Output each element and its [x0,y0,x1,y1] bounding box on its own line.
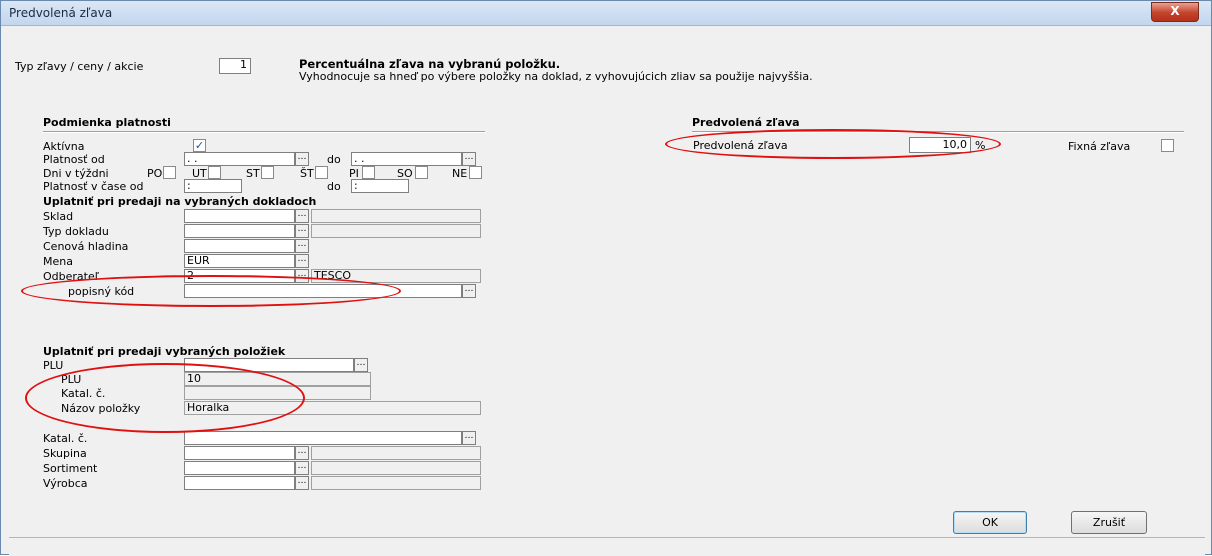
catalog-picker-button[interactable]: … [462,431,476,445]
discount-type-label: Typ zľavy / ceny / akcie [15,60,144,73]
doc-row-picker-button[interactable]: … [295,254,309,268]
group-description [311,446,481,460]
doc-row-picker-button[interactable]: … [295,239,309,253]
day-checkbox-st[interactable] [261,166,274,179]
day-checkbox-pi[interactable] [362,166,375,179]
doc-row-label: Cenová hladina [43,240,129,253]
doc-row-label: Mena [43,255,73,268]
close-button[interactable]: X [1151,2,1199,22]
group-label: Skupina [43,447,87,460]
doc-row-label: Sklad [43,210,74,223]
dialog-window: Predvolená zľava X Typ zľavy / ceny / ak… [0,0,1212,556]
highlight-ellipse-customer [21,275,401,307]
catalog-label: Katal. č. [43,432,88,445]
window-title: Predvolená zľava [9,6,113,20]
assortment-description [311,461,481,475]
valid-from-input[interactable]: . . [184,152,295,166]
valid-from-picker-button[interactable]: … [295,152,309,166]
maker-description [311,476,481,490]
time-to-input[interactable]: : [351,179,409,193]
title-bar: Predvolená zľava X [1,1,1211,26]
active-label: Aktívna [43,140,85,153]
valid-to-label: do [327,153,341,166]
maker-input[interactable] [184,476,295,490]
description-code-picker-button[interactable]: … [462,284,476,298]
day-label-po: PO [147,167,163,180]
valid-from-label: Platnosť od [43,153,105,166]
days-label: Dni v týždni [43,167,109,180]
doc-row-description [311,224,481,238]
doc-row-label: Typ dokladu [43,225,109,238]
validity-divider [43,131,485,133]
doc-row-input[interactable] [184,224,295,238]
group-input[interactable] [184,446,295,460]
catalog-input[interactable] [184,431,462,445]
highlight-ellipse-item [25,363,305,433]
time-from-label: Platnosť v čase od [43,180,144,193]
day-checkbox-st2[interactable] [315,166,328,179]
group-picker-button[interactable]: … [295,446,309,460]
day-label-ne: NE [452,167,468,180]
dialog-body: Typ zľavy / ceny / akcie 1 Percentuálna … [9,27,1205,535]
doc-row-input[interactable] [184,209,295,223]
time-from-input[interactable]: : [184,179,242,193]
ok-button[interactable]: OK [953,511,1027,534]
valid-to-input[interactable]: . . [351,152,462,166]
doc-row-input[interactable]: EUR [184,254,295,268]
discount-description-text: Vyhodnocuje sa hneď po výbere položky na… [299,70,813,83]
validity-header: Podmienka platnosti [43,116,171,129]
status-bar [9,537,1205,556]
plu-picker-button[interactable]: … [354,358,368,372]
doc-row-description [311,209,481,223]
active-checkbox[interactable]: ✓ [193,139,206,152]
day-checkbox-so[interactable] [415,166,428,179]
discount-type-input[interactable]: 1 [219,58,251,74]
day-label-st2: ŠT [300,167,314,180]
maker-picker-button[interactable]: … [295,476,309,490]
time-to-label: do [327,180,341,193]
day-checkbox-ne[interactable] [469,166,482,179]
assortment-label: Sortiment [43,462,98,475]
documents-header: Uplatniť pri predaji na vybraných doklad… [43,195,317,208]
discount-header: Predvolená zľava [692,116,800,129]
highlight-ellipse-discount [665,129,1001,159]
day-checkbox-po[interactable] [163,166,176,179]
assortment-input[interactable] [184,461,295,475]
doc-row-input[interactable] [184,239,295,253]
assortment-picker-button[interactable]: … [295,461,309,475]
day-label-st: ST [246,167,260,180]
items-header: Uplatniť pri predaji vybraných položiek [43,345,286,358]
fixed-discount-checkbox[interactable] [1161,139,1174,152]
day-checkbox-ut[interactable] [208,166,221,179]
fixed-discount-label: Fixná zľava [1068,140,1131,153]
valid-to-picker-button[interactable]: … [462,152,476,166]
doc-row-picker-button[interactable]: … [295,224,309,238]
doc-row-picker-button[interactable]: … [295,209,309,223]
plu-label: PLU [43,359,64,372]
maker-label: Výrobca [43,477,88,490]
cancel-button[interactable]: Zrušiť [1071,511,1147,534]
